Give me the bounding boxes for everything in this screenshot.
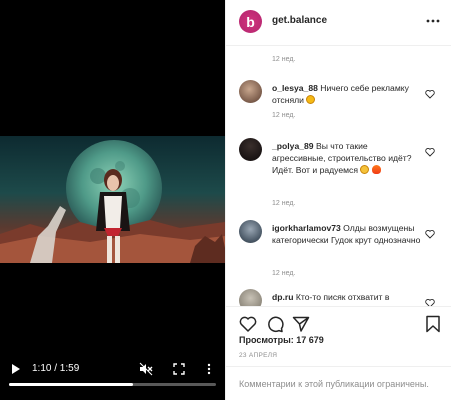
comment-text-block: _polya_89 Вы что такие агрессивные, стро… (272, 140, 422, 176)
caption-time: 12 нед. (272, 56, 296, 63)
like-comment-heart-icon[interactable] (425, 144, 435, 157)
fullscreen-icon[interactable] (171, 361, 187, 377)
video-time: 1:10 / 1:59 (32, 363, 80, 374)
video-scene-image (0, 140, 225, 263)
video-progress-fill (9, 383, 134, 386)
commenter-avatar[interactable] (239, 289, 262, 306)
video-progress-bar[interactable] (9, 383, 216, 386)
muted-speaker-icon[interactable] (138, 361, 154, 377)
author-avatar-letter: b (246, 13, 255, 30)
video-player[interactable]: 1:10 / 1:59 (0, 0, 225, 400)
save-bookmark-icon[interactable] (425, 315, 443, 333)
commenter-avatar[interactable] (239, 138, 262, 161)
like-heart-icon[interactable] (239, 315, 257, 333)
share-paper-plane-icon[interactable] (292, 315, 310, 333)
comment-time: 12 нед. (272, 270, 296, 277)
more-options-icon[interactable] (425, 14, 441, 28)
like-comment-heart-icon[interactable] (425, 226, 435, 239)
comment-text-block: dp.ru Кто-то писяк отхватит в (272, 291, 432, 303)
views-count: Просмотры: 17 679 (239, 335, 324, 345)
post-action-bar (226, 306, 451, 338)
views-label: Просмотры: (239, 335, 294, 345)
comment-username[interactable]: _polya_89 (272, 141, 314, 151)
author-username[interactable]: get.balance (272, 15, 327, 26)
comment-body: Кто-то писяк отхватит в (295, 292, 390, 302)
comments-disabled-notice: Комментарии к этой публикации ограничены… (239, 379, 429, 389)
post-header: b get.balance (226, 0, 451, 46)
like-comment-heart-icon[interactable] (425, 86, 435, 99)
comment-username[interactable]: dp.ru (272, 292, 293, 302)
comment-bubble-icon[interactable] (266, 315, 284, 333)
comment-username[interactable]: o_lesya_88 (272, 83, 318, 93)
play-icon[interactable] (9, 362, 23, 376)
post-details-panel: b get.balance 12 нед. o_lesya_88 Ничего … (225, 0, 451, 400)
comment-input-area: Комментарии к этой публикации ограничены… (226, 366, 451, 400)
comment-username[interactable]: igorkharlamov73 (272, 223, 341, 233)
commenter-avatar[interactable] (239, 220, 262, 243)
comment-item: dp.ru Кто-то писяк отхватит в (226, 289, 451, 306)
commenter-avatar[interactable] (239, 80, 262, 103)
astonished-emoji-icon (306, 95, 316, 104)
comment-text-block: o_lesya_88 Ничего себе рекламку отсняли (272, 82, 422, 106)
author-avatar[interactable]: b (239, 10, 262, 33)
comment-text-block: igorkharlamov73 Олды возмущены категорич… (272, 222, 422, 246)
video-frame (0, 136, 225, 263)
comment-time: 12 нед. (272, 112, 296, 119)
fire-emoji-icon (371, 165, 381, 174)
post-date: 23 АПРЕЛЯ (239, 352, 278, 359)
more-vertical-icon[interactable] (203, 361, 215, 377)
views-number: 17 679 (296, 335, 324, 345)
screaming-face-emoji-icon (360, 165, 370, 174)
like-comment-heart-icon[interactable] (425, 295, 435, 306)
video-controls: 1:10 / 1:59 (0, 358, 225, 400)
comment-time: 12 нед. (272, 200, 296, 207)
